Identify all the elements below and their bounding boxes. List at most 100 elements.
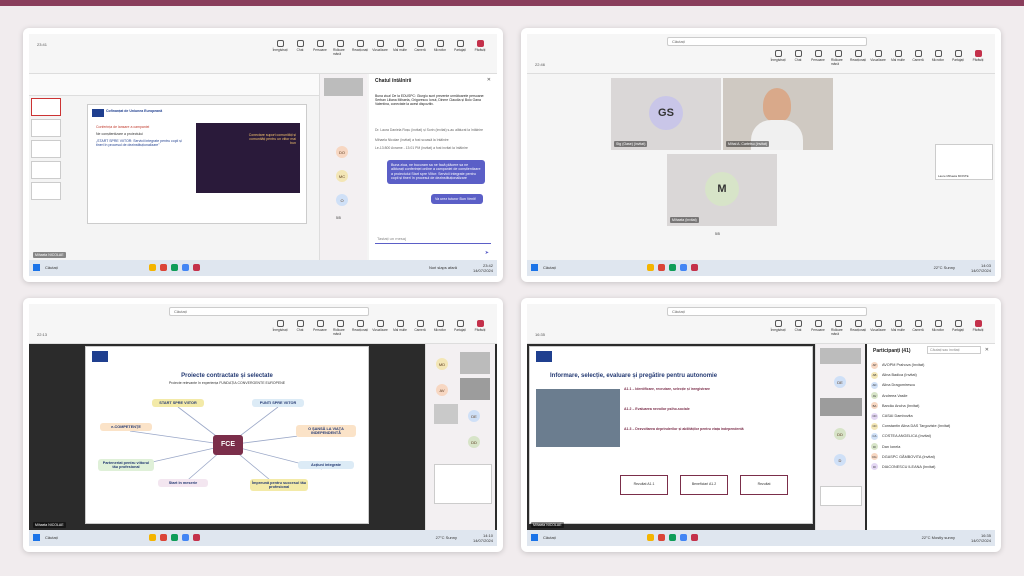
participant-row[interactable]: CA COSTEA ANGELICA (Invitat) <box>867 431 995 441</box>
invite-input[interactable]: Căutați sau invitați <box>927 346 981 354</box>
record-button[interactable]: Înregistrați <box>771 50 785 66</box>
chat-button[interactable]: Chat <box>293 320 307 336</box>
people-button[interactable]: Persoane <box>811 50 825 66</box>
presenter-label: Mihaela NICOLAE <box>531 522 564 528</box>
share-button[interactable]: Partajați <box>951 320 965 336</box>
taskbar-search[interactable]: Căutați <box>543 535 556 540</box>
view-button[interactable]: Vizualizare <box>372 40 388 56</box>
record-button[interactable]: Înregistrați <box>273 40 287 56</box>
meeting-toolbar: 23:41 Înregistrați Chat Persoane Ridicar… <box>29 34 497 74</box>
react-button[interactable]: Reacționați <box>850 320 866 336</box>
more-button[interactable]: Mai multe <box>891 320 905 336</box>
camera-button[interactable]: Cameră <box>413 40 427 56</box>
participant-row[interactable]: CD Constantin Alina DAS Targoviste (Invit… <box>867 421 995 431</box>
avatar: DE <box>834 376 846 388</box>
participant-row[interactable]: AV Andreea Vasile <box>867 391 995 401</box>
view-button[interactable]: Vizualizare <box>870 50 886 66</box>
mindmap-node: Parteneriat pentru viitorul tău profesio… <box>98 459 154 471</box>
leave-button[interactable]: Părăsiți <box>971 320 985 336</box>
leave-button[interactable]: Părăsiți <box>971 50 985 66</box>
chat-panel: Chatul întâlnirii ✕ Buna ziua! De la EDU… <box>369 74 497 260</box>
raise-hand-button[interactable]: Ridicare mână <box>831 50 845 66</box>
more-button[interactable]: Mai multe <box>393 40 407 56</box>
people-button[interactable]: Persoane <box>811 320 825 336</box>
share-button[interactable]: Partajați <box>453 320 467 336</box>
mic-button[interactable]: Microfon <box>931 320 945 336</box>
people-button[interactable]: Persoane <box>313 40 327 56</box>
chat-icon <box>794 320 802 327</box>
windows-icon[interactable] <box>33 264 40 271</box>
mic-button[interactable]: Microfon <box>931 50 945 66</box>
chat-system-message: Le-13:800 Avrame - 13:01 PM (invitat) a … <box>375 146 468 150</box>
participant-row[interactable]: AD Alina Dragomirescu <box>867 380 995 390</box>
chat-title: Chatul întâlnirii <box>375 78 412 84</box>
meeting-toolbar: Căutați 16:35 Înregistrați Chat Persoane… <box>527 304 995 344</box>
taskbar: Căutați 22°C Mostly sunny 16:35 14/07/202… <box>527 530 995 546</box>
ppt-ribbon <box>29 74 319 96</box>
page-indicator: 5/5 <box>715 232 720 236</box>
raise-hand-button[interactable]: Ridicare mână <box>333 40 347 56</box>
chat-input[interactable]: Tastați un mesaj <box>375 234 491 244</box>
view-button[interactable]: Vizualizare <box>372 320 388 336</box>
leave-button[interactable]: Părăsiți <box>473 320 487 336</box>
eu-flag-icon <box>92 109 104 117</box>
taskbar: Căutați 22°C Sunny 14:03 14/07/2024 <box>527 260 995 276</box>
chat-icon <box>794 50 802 57</box>
slide-text: Conferința de lansare a campaniei Ne con… <box>96 125 182 147</box>
phone-icon <box>974 320 982 327</box>
phone-icon <box>476 320 484 327</box>
participant-name: Mihai A. Cartetsu (invitat) <box>726 141 770 147</box>
participant-row[interactable]: CD CASAI Dambovita <box>867 411 995 421</box>
shared-preview[interactable]: Laure Mihaela MONTE <box>935 144 993 180</box>
slide-canvas: Cofinanțat de Uniunea Europeană Conferin… <box>87 104 307 224</box>
search-input[interactable]: Căutați <box>667 307 867 316</box>
windows-icon[interactable] <box>531 264 538 271</box>
taskbar-search[interactable]: Căutați <box>45 535 58 540</box>
view-button[interactable]: Vizualizare <box>870 320 886 336</box>
participant-name: Stg (Oase) (invitat) <box>614 141 648 147</box>
mic-button[interactable]: Microfon <box>433 320 447 336</box>
search-input[interactable]: Căutați <box>169 307 369 316</box>
react-button[interactable]: Reacționați <box>850 50 866 66</box>
screenshot-2: Căutați 22:46 Înregistrați Chat Persoane… <box>521 28 1001 282</box>
people-button[interactable]: Persoane <box>313 320 327 336</box>
participant-row[interactable]: BA Barcău Ancha (Invitat) <box>867 401 995 411</box>
participant-name: Mihaela (invitat) <box>670 217 699 223</box>
camera-button[interactable]: Cameră <box>911 320 925 336</box>
camera-button[interactable]: Cameră <box>911 50 925 66</box>
windows-icon[interactable] <box>33 534 40 541</box>
chat-button[interactable]: Chat <box>791 50 805 66</box>
mic-button[interactable]: Microfon <box>433 40 447 56</box>
hand-icon <box>336 40 344 47</box>
participant-row[interactable]: DI DIACONESCU ILEANA (Invitat) <box>867 462 995 472</box>
camera-button[interactable]: Cameră <box>413 320 427 336</box>
taskbar-search[interactable]: Căutați <box>45 265 58 270</box>
record-button[interactable]: Înregistrați <box>273 320 287 336</box>
meeting-time: 23:41 <box>37 42 48 47</box>
share-button[interactable]: Partajați <box>453 40 467 56</box>
close-icon[interactable]: ✕ <box>487 77 491 83</box>
participant-row[interactable]: AP AVOPM Prahova (Invitat) <box>867 360 995 370</box>
participant-row[interactable]: DG DGASPC GĂMBOVITA (Invitat) <box>867 452 995 462</box>
share-button[interactable]: Partajați <box>951 50 965 66</box>
raise-hand-button[interactable]: Ridicare mână <box>831 320 845 336</box>
record-button[interactable]: Înregistrați <box>771 320 785 336</box>
search-input[interactable]: Căutați <box>667 37 867 46</box>
participant-row[interactable]: AB Alina Badica (Invitat) <box>867 370 995 380</box>
screenshot-1: 23:41 Înregistrați Chat Persoane Ridicar… <box>23 28 503 282</box>
raise-hand-button[interactable]: Ridicare mână <box>333 320 347 336</box>
react-button[interactable]: Reacționați <box>352 320 368 336</box>
leave-button[interactable]: Părăsiți <box>473 40 487 56</box>
avatar: DO <box>336 146 348 158</box>
windows-icon[interactable] <box>531 534 538 541</box>
chat-button[interactable]: Chat <box>293 40 307 56</box>
react-button[interactable]: Reacționați <box>352 40 368 56</box>
avatar: M <box>705 172 739 206</box>
more-button[interactable]: Mai multe <box>393 320 407 336</box>
close-icon[interactable]: ✕ <box>985 347 989 353</box>
taskbar-search[interactable]: Căutați <box>543 265 556 270</box>
participant-row[interactable]: DI Dan Ionela <box>867 442 995 452</box>
chat-button[interactable]: Chat <box>791 320 805 336</box>
more-button[interactable]: Mai multe <box>891 50 905 66</box>
send-icon[interactable]: ➤ <box>485 250 489 256</box>
